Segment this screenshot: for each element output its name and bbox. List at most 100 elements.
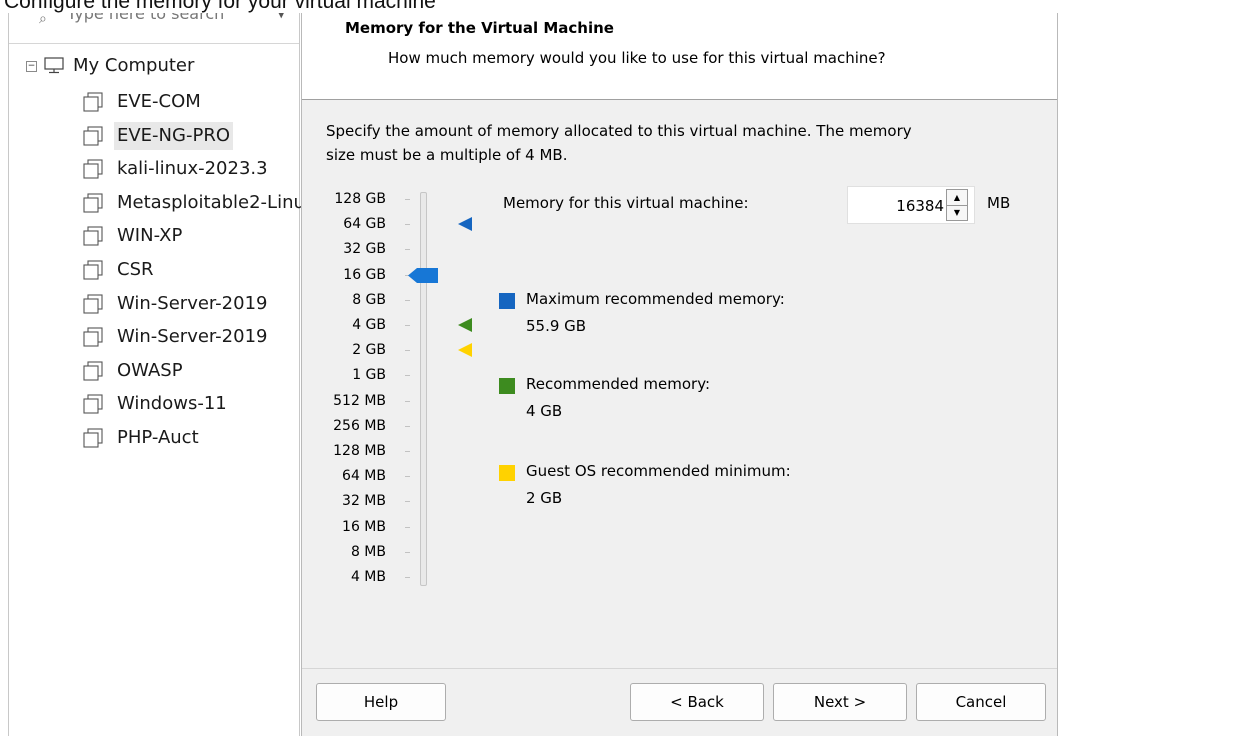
vm-item[interactable]: PHP-Auct — [83, 423, 303, 453]
new-vm-wizard-dialog: Memory for the Virtual Machine How much … — [301, 13, 1058, 736]
tree-item-my-computer[interactable]: − My Computer — [26, 53, 296, 81]
scale-tick — [405, 325, 410, 326]
collapse-icon[interactable]: − — [26, 61, 37, 72]
memory-unit: MB — [987, 194, 1011, 212]
scale-tick — [405, 476, 410, 478]
memory-spinner[interactable]: ▲ ▼ — [946, 189, 968, 221]
legend-minimum-value: 2 GB — [526, 489, 563, 507]
description-line-2: size must be a multiple of 4 MB. — [326, 146, 568, 164]
scale-label: 8 GB — [352, 291, 386, 308]
tree-root-label: My Computer — [73, 55, 195, 76]
scale-label: 128 GB — [334, 191, 386, 207]
vm-icon — [83, 159, 103, 179]
increment-button[interactable]: ▲ — [947, 190, 967, 206]
description-line-1: Specify the amount of memory allocated t… — [326, 122, 912, 140]
next-button[interactable]: Next > — [773, 683, 907, 721]
vm-label: CSR — [117, 259, 154, 280]
scale-tick — [405, 501, 410, 503]
vm-label: EVE-COM — [117, 91, 201, 112]
scale-label: 512 MB — [333, 392, 386, 409]
vm-icon — [83, 294, 103, 314]
page-subtitle: How much memory would you like to use fo… — [388, 49, 886, 67]
legend-max-label: Maximum recommended memory: — [526, 290, 785, 308]
scale-tick — [405, 224, 410, 226]
vm-item[interactable]: Windows-11 — [83, 389, 303, 419]
vm-icon — [83, 327, 103, 347]
vm-label: kali-linux-2023.3 — [117, 158, 268, 180]
vm-item[interactable]: Metasploitable2-Linux — [83, 188, 303, 218]
scale-label: 128 MB — [333, 443, 386, 459]
vm-label: OWASP — [117, 359, 183, 381]
scale-tick — [405, 249, 410, 251]
vm-icon — [83, 394, 103, 414]
legend-max-value: 55.9 GB — [526, 317, 587, 335]
vm-label: Win-Server-2019 — [117, 326, 268, 348]
scale-tick — [405, 451, 410, 452]
help-button[interactable]: Help — [316, 683, 446, 721]
chevron-down-icon[interactable]: ▼ — [277, 13, 285, 20]
vm-item[interactable]: CSR — [83, 255, 303, 285]
vm-item[interactable]: kali-linux-2023.3 — [83, 154, 303, 184]
minimum-marker — [458, 343, 472, 358]
scale-label: 8 MB — [350, 543, 386, 560]
vm-icon — [83, 361, 103, 381]
vm-label: PHP-Auct — [117, 427, 199, 448]
back-button[interactable]: < Back — [630, 683, 764, 721]
vm-label: WIN-XP — [117, 225, 183, 247]
description: Specify the amount of memory allocated t… — [326, 119, 1026, 167]
vm-icon — [83, 126, 103, 146]
vm-icon — [83, 193, 103, 213]
legend-recommended-value: 4 GB — [526, 402, 563, 420]
max-recommended-marker — [458, 217, 472, 232]
scale-tick — [405, 299, 410, 301]
cancel-button[interactable]: Cancel — [916, 683, 1046, 721]
scale-tick — [405, 551, 410, 553]
vm-label: Win-Server-2019 — [117, 292, 268, 314]
scale-tick — [405, 425, 410, 427]
scale-tick — [405, 526, 410, 528]
scale-label: 2 GB — [352, 342, 386, 359]
document-caption: Configure the memory for your virtual ma… — [0, 0, 1251, 13]
library-panel: ⌕ Type here to search ▼ − My Computer EV… — [8, 13, 303, 736]
library-search[interactable]: ⌕ Type here to search ▼ — [9, 13, 299, 44]
scale-label: 64 GB — [343, 216, 386, 233]
decrement-button[interactable]: ▼ — [947, 205, 967, 220]
memory-slider-track[interactable] — [420, 192, 427, 586]
page-title: Memory for the Virtual Machine — [345, 19, 614, 37]
memory-spinbox[interactable]: ▲ ▼ — [847, 186, 975, 224]
scale-label: 4 MB — [350, 569, 386, 585]
footer-divider — [302, 668, 1057, 669]
wizard-header: Memory for the Virtual Machine How much … — [302, 13, 1057, 100]
recommended-swatch — [499, 378, 515, 394]
search-input[interactable]: Type here to search — [67, 13, 224, 23]
scale-tick — [405, 350, 410, 352]
minimum-swatch — [499, 465, 515, 481]
scale-label: 16 GB — [343, 266, 386, 283]
scale-tick — [405, 400, 410, 402]
memory-slider-thumb[interactable] — [408, 267, 438, 283]
vm-item[interactable]: OWASP — [83, 356, 303, 386]
scale-label: 32 GB — [343, 241, 386, 258]
memory-field-label: Memory for this virtual machine: — [503, 194, 749, 212]
legend-recommended-label: Recommended memory: — [526, 375, 711, 393]
scale-tick — [405, 375, 410, 377]
vm-item[interactable]: Win-Server-2019 — [83, 322, 303, 352]
vm-icon — [83, 428, 103, 448]
recommended-marker — [458, 318, 472, 332]
vm-item[interactable]: WIN-XP — [83, 221, 303, 251]
computer-icon — [44, 57, 64, 74]
vm-item[interactable]: EVE-COM — [83, 87, 303, 117]
memory-input[interactable] — [850, 191, 946, 221]
vm-label: Metasploitable2-Linux — [117, 191, 303, 213]
vm-item[interactable]: Win-Server-2019 — [83, 289, 303, 319]
scale-tick — [405, 199, 410, 200]
vm-item[interactable]: EVE-NG-PRO — [83, 121, 303, 151]
scale-label: 4 GB — [352, 317, 386, 333]
vm-icon — [83, 260, 103, 280]
document-caption-text: Configure the memory for your virtual ma… — [4, 0, 436, 13]
scale-label: 16 MB — [342, 518, 386, 535]
scale-label: 32 MB — [342, 493, 386, 510]
scale-label: 64 MB — [342, 468, 386, 485]
legend-minimum-label: Guest OS recommended minimum: — [526, 462, 791, 480]
vm-label: EVE-NG-PRO — [114, 121, 233, 150]
